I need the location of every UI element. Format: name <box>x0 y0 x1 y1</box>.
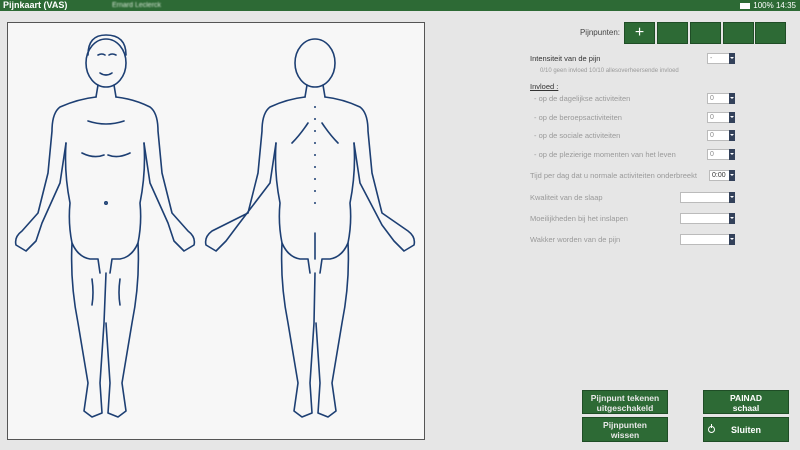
influence-social-label: - op de sociale activiteiten <box>534 131 621 140</box>
dropdown-arrow-icon <box>729 170 735 181</box>
app-title: Pijnkaart (VAS) <box>3 0 68 10</box>
time-interrupted-label: Tijd per dag dat u normale activiteiten … <box>530 171 697 180</box>
intensity-hint: 0/10 geen invloed 10/10 allesoverheersen… <box>540 68 679 74</box>
influence-work-label: - op de beroepsactiviteiten <box>534 113 622 122</box>
clock: 14:35 <box>775 1 796 10</box>
spine-dots <box>314 106 316 204</box>
draw-pain-point-label-2: uitgeschakeld <box>596 403 654 413</box>
influence-work-select[interactable]: 0 <box>707 112 735 123</box>
influence-work-value: 0 <box>710 114 714 121</box>
intensity-label: Intensiteit van de pijn <box>530 54 601 63</box>
intensity-select[interactable]: - <box>707 53 735 64</box>
influence-social-select[interactable]: 0 <box>707 130 735 141</box>
dropdown-arrow-icon <box>729 130 735 141</box>
painad-scale-button[interactable]: PAINAD schaal <box>703 390 789 414</box>
battery-level: 100% <box>753 1 774 10</box>
influence-heading: Invloed : <box>530 82 559 91</box>
dropdown-arrow-icon <box>729 213 735 224</box>
painad-label-2: schaal <box>732 403 760 413</box>
influence-pleasure-select[interactable]: 0 <box>707 149 735 160</box>
dropdown-arrow-icon <box>729 149 735 160</box>
influence-daily-select[interactable]: 0 <box>707 93 735 104</box>
status-area: 100% 14:35 <box>740 0 796 11</box>
influence-pleasure-value: 0 <box>710 151 714 158</box>
dropdown-arrow-icon <box>729 93 735 104</box>
time-interrupted-value: 0:00 <box>712 172 726 179</box>
pain-point-slot-1[interactable] <box>657 22 688 44</box>
sleep-quality-label: Kwaliteit van de slaap <box>530 193 603 202</box>
sleep-quality-select[interactable] <box>680 192 735 203</box>
pain-point-slot-4[interactable] <box>755 22 786 44</box>
patient-name: Ernard Leclerck <box>112 2 162 9</box>
close-button[interactable]: Sluiten <box>703 417 789 442</box>
body-map-canvas[interactable] <box>7 22 425 440</box>
dropdown-arrow-icon <box>729 192 735 203</box>
dropdown-arrow-icon <box>729 112 735 123</box>
pain-point-slot-2[interactable] <box>690 22 721 44</box>
clear-pain-points-button[interactable]: Pijnpunten wissen <box>582 417 668 442</box>
draw-pain-point-label-1: Pijnpunt tekenen <box>590 393 660 403</box>
battery-icon <box>740 2 751 9</box>
draw-pain-point-button[interactable]: Pijnpunt tekenen uitgeschakeld <box>582 390 668 414</box>
intensity-value: - <box>710 55 713 62</box>
pain-point-slot-3[interactable] <box>723 22 754 44</box>
pain-points-label: Pijnpunten: <box>579 28 620 37</box>
painad-label-1: PAINAD <box>730 393 762 403</box>
influence-daily-label: - op de dagelijkse activiteiten <box>534 94 631 103</box>
time-interrupted-select[interactable]: 0:00 <box>709 170 735 181</box>
title-bar: Pijnkaart (VAS) Ernard Leclerck 100% 14:… <box>0 0 800 11</box>
body-diagram <box>14 34 416 418</box>
dropdown-arrow-icon <box>729 234 735 245</box>
sleep-onset-label: Moeilijkheden bij het inslapen <box>530 214 628 223</box>
influence-daily-value: 0 <box>710 95 714 102</box>
waking-label: Wakker worden van de pijn <box>530 235 621 244</box>
power-icon <box>708 424 715 433</box>
add-pain-point-button[interactable]: + <box>624 22 655 44</box>
influence-social-value: 0 <box>710 132 714 139</box>
dropdown-arrow-icon <box>729 53 735 64</box>
front-body-figure <box>14 34 196 418</box>
sleep-onset-select[interactable] <box>680 213 735 224</box>
influence-pleasure-label: - op de plezierige momenten van het leve… <box>534 150 676 159</box>
back-body-figure <box>204 38 416 418</box>
clear-pain-points-label-2: wissen <box>610 430 640 440</box>
waking-select[interactable] <box>680 234 735 245</box>
clear-pain-points-label-1: Pijnpunten <box>603 420 647 430</box>
close-label: Sluiten <box>730 425 761 435</box>
